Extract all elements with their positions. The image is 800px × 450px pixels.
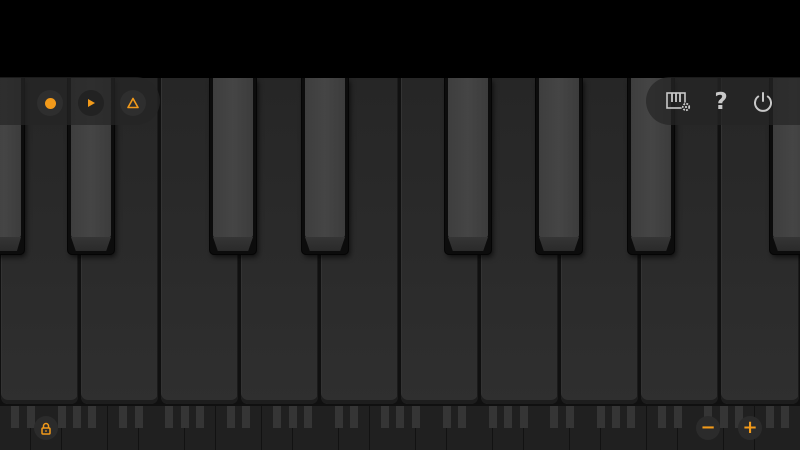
mini-black-key: [196, 406, 205, 428]
mini-black-key: [411, 406, 420, 428]
metronome-icon: [127, 97, 139, 109]
mini-black-key: [504, 406, 513, 428]
mini-black-key: [288, 406, 297, 428]
help-icon: ?: [714, 89, 728, 115]
help-button[interactable]: ?: [708, 88, 734, 116]
black-key[interactable]: [210, 78, 256, 254]
power-button[interactable]: [750, 89, 776, 115]
mini-black-key: [381, 406, 389, 428]
minus-icon: −: [700, 417, 716, 438]
metronome-button[interactable]: [120, 90, 146, 116]
mini-black-key: [88, 406, 97, 428]
keyboard-settings-button[interactable]: [664, 89, 694, 115]
black-key[interactable]: [536, 78, 582, 254]
record-button[interactable]: [37, 90, 63, 116]
mini-black-key: [273, 406, 282, 428]
mini-black-key: [719, 406, 728, 428]
mini-black-key: [180, 406, 189, 428]
mini-black-key: [334, 406, 343, 428]
mini-black-key: [781, 406, 790, 428]
mini-black-key: [227, 406, 235, 428]
zoom-out-button[interactable]: −: [696, 416, 720, 440]
mini-black-key: [488, 406, 497, 428]
mini-black-key: [11, 406, 20, 428]
mini-black-key: [442, 406, 451, 428]
mini-black-key: [627, 406, 636, 428]
keyboard-map[interactable]: [0, 406, 800, 450]
mini-black-key: [658, 406, 667, 428]
mini-black-key: [519, 406, 528, 428]
play-button[interactable]: [78, 90, 104, 116]
mini-black-key: [458, 406, 466, 428]
mini-black-key: [304, 406, 312, 428]
mini-black-key: [766, 406, 774, 428]
mini-black-key: [165, 406, 174, 428]
mini-black-key: [119, 406, 128, 428]
lock-icon: [41, 422, 51, 435]
mini-black-key: [565, 406, 574, 428]
mini-black-key: [596, 406, 605, 428]
power-icon: [754, 92, 772, 112]
mini-black-key: [134, 406, 143, 428]
black-key[interactable]: [302, 78, 348, 254]
mini-black-key: [350, 406, 359, 428]
keyboard-settings-icon: [666, 92, 691, 112]
zoom-in-button[interactable]: +: [738, 416, 762, 440]
piano-keyboard: [0, 78, 800, 406]
lock-button[interactable]: [34, 416, 58, 440]
mini-black-key: [396, 406, 405, 428]
top-bar: [0, 0, 800, 78]
record-icon: [44, 97, 56, 109]
mini-black-key: [550, 406, 559, 428]
mini-black-key: [612, 406, 620, 428]
plus-icon: +: [742, 417, 758, 438]
mini-black-key: [673, 406, 682, 428]
mini-black-key: [73, 406, 81, 428]
mini-black-key: [242, 406, 251, 428]
black-key[interactable]: [445, 78, 491, 254]
play-icon: [88, 99, 95, 107]
mini-black-key: [57, 406, 66, 428]
